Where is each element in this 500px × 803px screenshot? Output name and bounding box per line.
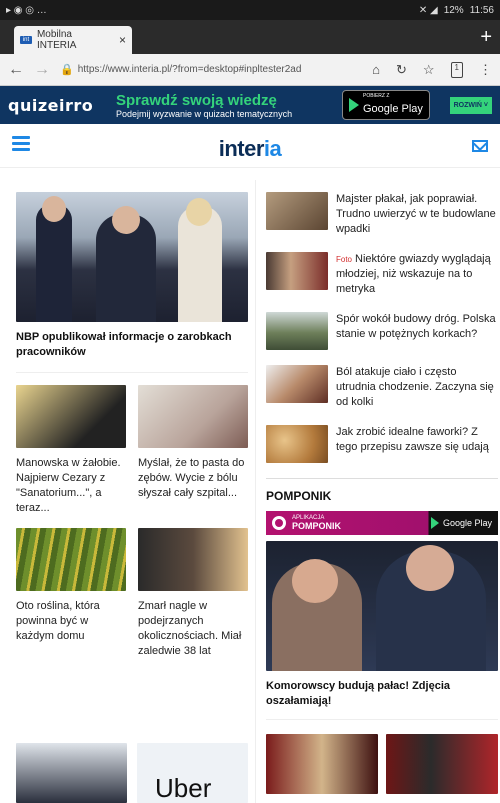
signal-icon: ✕ ◢: [418, 4, 438, 16]
left-column: NBP opublikował informacje o zarobkach p…: [16, 192, 248, 659]
ad-headline: Sprawdź swoją wiedzę: [116, 91, 277, 109]
url-field[interactable]: 🔒 https://www.interia.pl/?from=desktop#i…: [60, 63, 320, 76]
notification-icons: ▸ ◉ ◎ …: [6, 4, 47, 16]
divider: [16, 372, 248, 373]
google-play-button[interactable]: Google Play: [430, 517, 492, 529]
article-thumbnail[interactable]: [386, 734, 498, 794]
quizeirro-logo: quizeirro: [8, 95, 94, 115]
pomponik-headline[interactable]: Komorowscy budują pałac! Zdjęcia oszałam…: [266, 679, 498, 709]
reload-icon[interactable]: ↻: [396, 62, 407, 78]
list-item[interactable]: Zmarł nagle w podejrzanych okolicznościa…: [138, 528, 248, 659]
list-item[interactable]: Manowska w żałobie. Najpierw Cezary z "S…: [16, 385, 126, 516]
bottom-right-row: [266, 734, 498, 794]
article-thumbnail: [16, 385, 126, 448]
tab-switcher-button[interactable]: 1: [450, 61, 463, 78]
app-label-line2: POMPONIK: [292, 521, 342, 531]
list-item[interactable]: Ból atakuje ciało i często utrudnia chod…: [266, 365, 498, 410]
article-thumbnail: [138, 385, 248, 448]
forward-arrow-icon[interactable]: →: [34, 61, 50, 79]
uber-text: Uber: [155, 773, 212, 803]
browser-tab[interactable]: int Mobilna INTERIA ×: [14, 26, 132, 54]
interia-logo[interactable]: interia: [0, 136, 500, 162]
bottom-left-row: Uber: [16, 743, 248, 803]
news-grid: Manowska w żałobie. Najpierw Cezary z "S…: [16, 385, 248, 516]
mail-icon[interactable]: [472, 140, 488, 152]
ad-subline: Podejmij wyzwanie w quizach tematycznych: [116, 108, 293, 119]
list-item[interactable]: Jak zrobić idealne faworki? Z tego przep…: [266, 425, 498, 463]
article-title: Oto roślina, która powinna być w każdym …: [16, 600, 100, 642]
google-play-label: Google Play: [442, 518, 492, 528]
article-title: Jak zrobić idealne faworki? Z tego przep…: [336, 426, 489, 453]
article-thumbnail: [138, 528, 248, 591]
article-thumbnail: [266, 312, 328, 350]
hero-image[interactable]: [16, 192, 248, 322]
article-title: Zmarł nagle w podejrzanych okolicznościa…: [138, 600, 242, 657]
article-title: Niektóre gwiazdy wyglądają młodziej, niż…: [336, 253, 491, 295]
article-thumbnail: [266, 192, 328, 230]
pomponik-logo-icon: [272, 516, 286, 530]
list-item[interactable]: Spór wokół budowy dróg. Polska stanie w …: [266, 312, 498, 350]
google-play-label: Google Play: [363, 103, 423, 115]
google-play-button[interactable]: POBIERZ Z Google Play: [342, 90, 430, 120]
pomponik-app-banner[interactable]: APLIKACJA POMPONIK Google Play: [266, 511, 498, 535]
article-thumbnail: [266, 252, 328, 290]
article-title: Manowska w żałobie. Najpierw Cezary z "S…: [16, 457, 121, 514]
column-divider: [255, 180, 256, 803]
list-item[interactable]: Majster płakał, jak poprawiał. Trudno uw…: [266, 192, 498, 237]
article-thumbnail: [16, 528, 126, 591]
status-bar: ▸ ◉ ◎ … ✕ ◢ 12% 11:56: [0, 0, 500, 20]
article-thumbnail[interactable]: [16, 743, 127, 803]
article-title: Myślał, że to pasta do zębów. Wycie z bó…: [138, 457, 245, 499]
photo-tag: Foto: [336, 255, 353, 264]
article-thumbnail: [266, 425, 328, 463]
google-play-small-text: POBIERZ Z: [363, 93, 390, 99]
browser-tab-bar: int Mobilna INTERIA × +: [0, 20, 500, 54]
article-thumbnail: [266, 365, 328, 403]
clock: 11:56: [469, 4, 494, 16]
google-play-icon: [349, 98, 359, 112]
news-list: Majster płakał, jak poprawiał. Trudno uw…: [266, 192, 498, 463]
logo-accent-text: ia: [263, 136, 282, 161]
list-item[interactable]: Foto Niektóre gwiazdy wyglądają młodziej,…: [266, 252, 498, 297]
article-title: Spór wokół budowy dróg. Polska stanie w …: [336, 313, 496, 340]
battery-level: 12%: [443, 4, 464, 16]
tab-title: Mobilna INTERIA: [36, 29, 77, 51]
right-column: Majster płakał, jak poprawiał. Trudno uw…: [266, 192, 498, 794]
new-tab-button[interactable]: +: [480, 26, 492, 49]
article-thumbnail[interactable]: Uber: [137, 743, 248, 803]
logo-main-text: inter: [218, 136, 265, 161]
lock-icon: 🔒: [60, 64, 74, 76]
google-play-icon: [430, 517, 439, 529]
pomponik-section-title[interactable]: POMPONIK: [266, 478, 498, 503]
hero-headline[interactable]: NBP opublikował informacje o zarobkach p…: [16, 330, 248, 360]
article-thumbnail[interactable]: [266, 734, 378, 794]
url-text: https://www.interia.pl/?from=desktop#inp…: [77, 64, 302, 75]
address-bar: ← → 🔒 https://www.interia.pl/?from=deskt…: [0, 54, 500, 86]
site-header: interia: [0, 124, 500, 168]
overflow-menu-icon[interactable]: ⋮: [479, 62, 492, 78]
pomponik-article-image[interactable]: [266, 541, 498, 671]
list-item[interactable]: Myślał, że to pasta do zębów. Wycie z bó…: [138, 385, 248, 516]
news-grid: Oto roślina, która powinna być w każdym …: [16, 528, 248, 659]
divider: [266, 719, 498, 720]
article-title: Ból atakuje ciało i często utrudnia chod…: [336, 366, 494, 408]
bookmark-star-icon[interactable]: ☆: [423, 62, 435, 78]
ad-expand-button[interactable]: ROZWIŃ ˅: [449, 96, 492, 114]
article-title: Majster płakał, jak poprawiał. Trudno uw…: [336, 193, 496, 235]
list-item[interactable]: Oto roślina, która powinna być w każdym …: [16, 528, 126, 659]
interia-favicon-icon: int: [20, 36, 32, 44]
close-tab-icon[interactable]: ×: [119, 33, 126, 47]
back-arrow-icon[interactable]: ←: [8, 61, 24, 79]
home-icon[interactable]: ⌂: [372, 62, 380, 78]
quiz-ad-banner[interactable]: quizeirro Sprawdź swoją wiedzę Podejmij …: [0, 86, 500, 124]
